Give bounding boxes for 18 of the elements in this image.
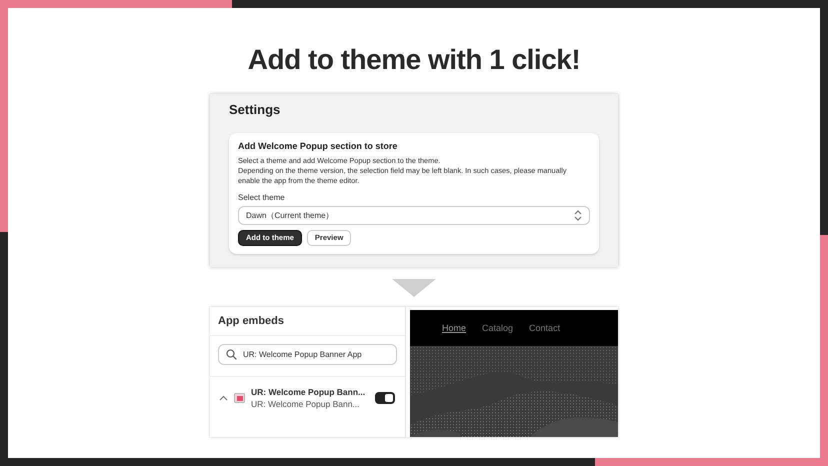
headline: Add to theme with 1 click! [248,44,580,76]
nav-link[interactable]: Catalog [482,323,514,333]
search-icon [226,349,237,360]
chevron-icon[interactable] [219,395,228,401]
app-embed-title: UR: Welcome Popup Bann... [251,387,366,397]
card-title: Add Welcome Popup section to store [238,141,398,151]
down-arrow-icon [392,279,436,297]
chevron-updown-icon [574,210,582,221]
app-icon [234,393,245,403]
settings-title: Settings [229,102,282,117]
nav-link[interactable]: Contact [529,323,560,333]
nav-link[interactable]: Home [442,323,466,333]
search-field[interactable]: UR: Welcome Popup Banner App [218,344,397,365]
select-label: Select theme [238,192,286,202]
theme-select[interactable]: Dawn（Current theme） [238,206,590,225]
app-embed-subtitle: UR: Welcome Popup Bann... [251,399,361,409]
app-embeds-title: App embeds [210,307,405,336]
toggle-switch[interactable] [375,392,395,404]
